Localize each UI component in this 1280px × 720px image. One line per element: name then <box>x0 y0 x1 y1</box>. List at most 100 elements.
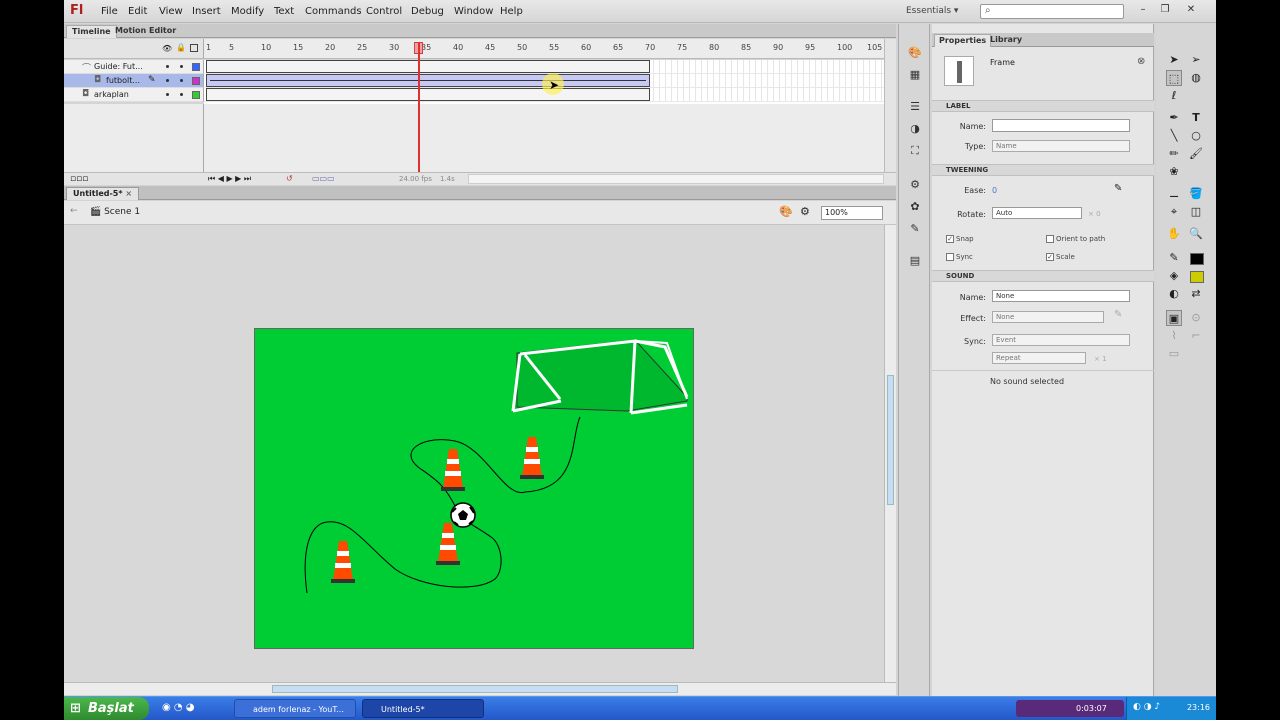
stage-hscroll[interactable] <box>64 682 896 695</box>
tab-untitled-5[interactable]: Untitled-5* × <box>66 187 140 200</box>
screen-recorder[interactable]: 0:03:07 <box>1016 700 1124 717</box>
option-icon[interactable]: ▭ <box>1166 346 1182 362</box>
frame-row[interactable] <box>204 60 884 74</box>
repeat-select[interactable]: Repeat <box>992 352 1086 364</box>
color-panel-icon[interactable]: 🎨 <box>907 46 923 62</box>
lasso-tool-icon[interactable]: ℓ <box>1166 88 1182 104</box>
paint-bucket-tool-icon[interactable]: 🪣 <box>1188 186 1204 202</box>
onion-skin-icon[interactable]: ▭▭▭ <box>312 174 335 183</box>
snap-to-objects-icon[interactable]: ⊙ <box>1188 310 1204 326</box>
timeline-hscroll[interactable] <box>468 174 884 184</box>
edit-effect-icon[interactable]: ✎ <box>1114 309 1122 320</box>
stage[interactable] <box>254 328 694 649</box>
layer-color-swatch[interactable] <box>192 91 200 99</box>
pen-tool-icon[interactable]: ✒ <box>1166 110 1182 126</box>
scale-checkbox[interactable]: ✓ Scale <box>1046 253 1075 261</box>
close-icon[interactable]: ✕ <box>1182 3 1200 18</box>
layer-guide[interactable]: ⌒ Guide: Fut... <box>64 60 204 74</box>
layer-color-swatch[interactable] <box>192 63 200 71</box>
effect-select[interactable]: None <box>992 311 1104 323</box>
fill-color-icon[interactable]: ◈ <box>1166 268 1182 284</box>
tab-properties[interactable]: Properties <box>934 34 992 47</box>
timeline-vscroll[interactable] <box>884 39 896 172</box>
outline-icon[interactable] <box>190 44 198 52</box>
cone-2[interactable] <box>520 437 544 479</box>
frame-span[interactable] <box>206 60 650 73</box>
black-white-icon[interactable]: ◐ <box>1166 286 1182 302</box>
eraser-tool-icon[interactable]: ◫ <box>1188 204 1204 220</box>
vscroll-thumb[interactable] <box>887 375 894 505</box>
swap-colors-icon[interactable]: ⇄ <box>1188 286 1204 302</box>
menu-text[interactable]: Text <box>274 6 294 17</box>
menu-help[interactable]: Help <box>500 6 523 17</box>
info-icon[interactable]: ◑ <box>907 122 923 138</box>
code-snippets-icon[interactable]: ✎ <box>907 222 923 238</box>
swatches-icon[interactable]: ▦ <box>907 68 923 84</box>
menu-control[interactable]: Control <box>366 6 402 17</box>
sync-select[interactable]: Event <box>992 334 1130 346</box>
layer-color-swatch[interactable] <box>192 77 200 85</box>
lock-icon[interactable]: 🔒 <box>176 43 186 52</box>
line-tool-icon[interactable]: ╲ <box>1166 128 1182 144</box>
visibility-dot[interactable] <box>166 65 169 68</box>
pencil-tool-icon[interactable]: ✏ <box>1166 146 1182 162</box>
layer-futbol[interactable]: ◘ futbolt... ✎ <box>64 74 204 88</box>
menu-insert[interactable]: Insert <box>192 6 221 17</box>
playhead[interactable] <box>418 42 420 176</box>
sound-section-header[interactable]: SOUND <box>932 270 1154 282</box>
workspace-switcher[interactable]: Essentials ▾ <box>906 6 958 16</box>
label-type-select[interactable]: Name <box>992 140 1130 152</box>
align-icon[interactable]: ☰ <box>907 100 923 116</box>
motion-presets-icon[interactable]: ✿ <box>907 200 923 216</box>
selection-tool-icon[interactable]: ➤ <box>1166 52 1182 68</box>
minimize-icon[interactable]: – <box>1134 3 1152 18</box>
sound-name-select[interactable]: None <box>992 290 1130 302</box>
menu-modify[interactable]: Modify <box>231 6 264 17</box>
free-transform-tool-icon[interactable]: ⬚ <box>1166 70 1182 86</box>
layer-arkaplan[interactable]: ◘ arkaplan <box>64 88 204 102</box>
text-tool-icon[interactable]: T <box>1188 110 1204 126</box>
eye-icon[interactable]: 👁 <box>162 44 172 53</box>
bone-tool-icon[interactable]: ⚊ <box>1166 186 1182 202</box>
cone-3[interactable] <box>436 523 460 565</box>
playback-controls-icon[interactable]: ⏮ ◀ ▶ ▶ ⏭ <box>208 174 251 184</box>
back-icon[interactable]: ← <box>70 206 78 216</box>
hscroll-thumb[interactable] <box>272 685 678 693</box>
ease-value[interactable]: 0 <box>992 186 997 195</box>
fps-readout[interactable]: 24.00 fps <box>399 175 432 183</box>
edit-ease-icon[interactable]: ✎ <box>1114 183 1122 194</box>
timeline-ruler[interactable]: 1 5 10 15 20 25 30 35 40 45 50 55 60 65 … <box>204 39 884 59</box>
hand-tool-icon[interactable]: ✋ <box>1166 226 1182 242</box>
snap-checkbox[interactable]: ✓ Snap <box>946 235 974 243</box>
tweening-section-header[interactable]: TWEENING <box>932 164 1154 176</box>
edit-scene-icon[interactable]: 🎨 <box>779 205 793 218</box>
tab-motion-editor[interactable]: Motion Editor <box>110 25 181 38</box>
lock-dot[interactable] <box>180 65 183 68</box>
stroke-color-icon[interactable]: ✎ <box>1166 250 1182 266</box>
cone-1[interactable] <box>441 449 465 491</box>
history-icon[interactable]: ▤ <box>907 254 923 270</box>
restore-icon[interactable]: ❐ <box>1156 3 1174 18</box>
menu-edit[interactable]: Edit <box>128 6 147 17</box>
help-search-input[interactable]: ⌕ <box>980 4 1124 19</box>
transform-icon[interactable]: ⛶ <box>907 144 923 160</box>
visibility-dot[interactable] <box>166 79 169 82</box>
lock-dot[interactable] <box>180 93 183 96</box>
task-untitled-5[interactable]: Untitled-5* <box>362 699 484 718</box>
sync-checkbox[interactable]: Sync <box>946 253 973 261</box>
straighten-icon[interactable]: ⌐ <box>1188 328 1204 344</box>
eyedropper-tool-icon[interactable]: ⌖ <box>1166 204 1182 220</box>
zoom-select[interactable]: 100% <box>821 206 883 220</box>
goal-drawing[interactable] <box>511 339 689 415</box>
3d-rotation-tool-icon[interactable]: ◍ <box>1188 70 1204 86</box>
scene-breadcrumb[interactable]: 🎬 Scene 1 <box>90 207 140 217</box>
zoom-tool-icon[interactable]: 🔍 <box>1188 226 1204 242</box>
help-icon[interactable]: ⊗ <box>1137 56 1145 67</box>
menu-commands[interactable]: Commands <box>305 6 362 17</box>
loop-icon[interactable]: ↺ <box>286 174 293 183</box>
cone-4[interactable] <box>331 541 355 583</box>
object-drawing-icon[interactable]: ▣ <box>1166 310 1182 326</box>
new-layer-icon[interactable]: ▫▫▫ <box>70 174 88 184</box>
smooth-icon[interactable]: ⌇ <box>1166 328 1182 344</box>
tab-library[interactable]: Library <box>986 34 1026 47</box>
